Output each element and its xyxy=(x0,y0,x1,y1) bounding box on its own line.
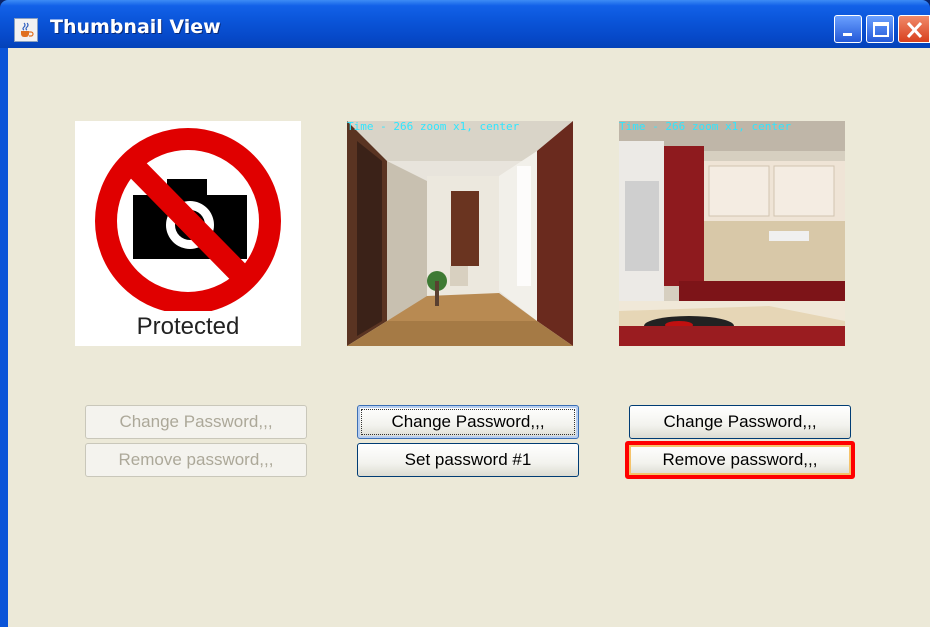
minimize-button[interactable] xyxy=(834,15,862,43)
thumbnail-overlay-text: Time - 266 zoom x1, center xyxy=(619,121,792,133)
maximize-button[interactable] xyxy=(866,15,894,43)
remove-password-button[interactable]: Remove password,,, xyxy=(625,441,855,479)
app-window: Thumbnail View Protected Time - 266 zoom… xyxy=(0,0,930,627)
thumbnail-protected[interactable]: Protected xyxy=(75,121,301,346)
change-password-button[interactable]: Change Password,,, xyxy=(357,405,579,439)
close-button[interactable] xyxy=(898,15,930,43)
remove-password-button[interactable]: Remove password,,, xyxy=(85,443,307,477)
window-title: Thumbnail View xyxy=(50,16,221,38)
window-frame-left xyxy=(0,48,8,627)
change-password-button[interactable]: Change Password,,, xyxy=(629,405,851,439)
close-icon xyxy=(906,21,923,39)
thumbnail-kitchen[interactable]: Time - 266 zoom x1, center xyxy=(619,121,845,346)
set-password-button[interactable]: Set password #1 xyxy=(357,443,579,477)
thumbnail-hallway[interactable]: Time - 266 zoom x1, center xyxy=(347,121,573,346)
no-camera-icon xyxy=(95,128,281,314)
thumbnail-overlay-text: Time - 266 zoom x1, center xyxy=(347,121,520,133)
minimize-icon xyxy=(843,33,852,36)
hallway-photo xyxy=(347,121,573,346)
title-bar[interactable]: Thumbnail View xyxy=(0,0,930,48)
java-cup-icon xyxy=(14,18,38,42)
kitchen-photo xyxy=(619,121,845,346)
thumbnail-caption: Protected xyxy=(136,313,240,340)
change-password-button[interactable]: Change Password,,, xyxy=(85,405,307,439)
